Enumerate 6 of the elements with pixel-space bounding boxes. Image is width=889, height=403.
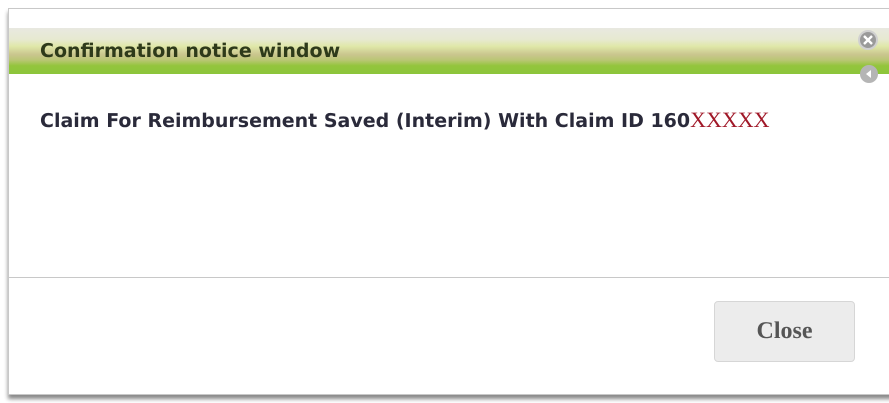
close-icon[interactable] (857, 29, 879, 51)
confirmation-message: Claim For Reimbursement Saved (Interim) With Claim ID 160 (40, 110, 690, 132)
close-button[interactable]: Close (714, 301, 855, 362)
redacted-id: XXXXX (690, 107, 770, 132)
window-title: Confirmation notice window (40, 40, 340, 62)
arrow-left-icon[interactable] (859, 64, 879, 84)
